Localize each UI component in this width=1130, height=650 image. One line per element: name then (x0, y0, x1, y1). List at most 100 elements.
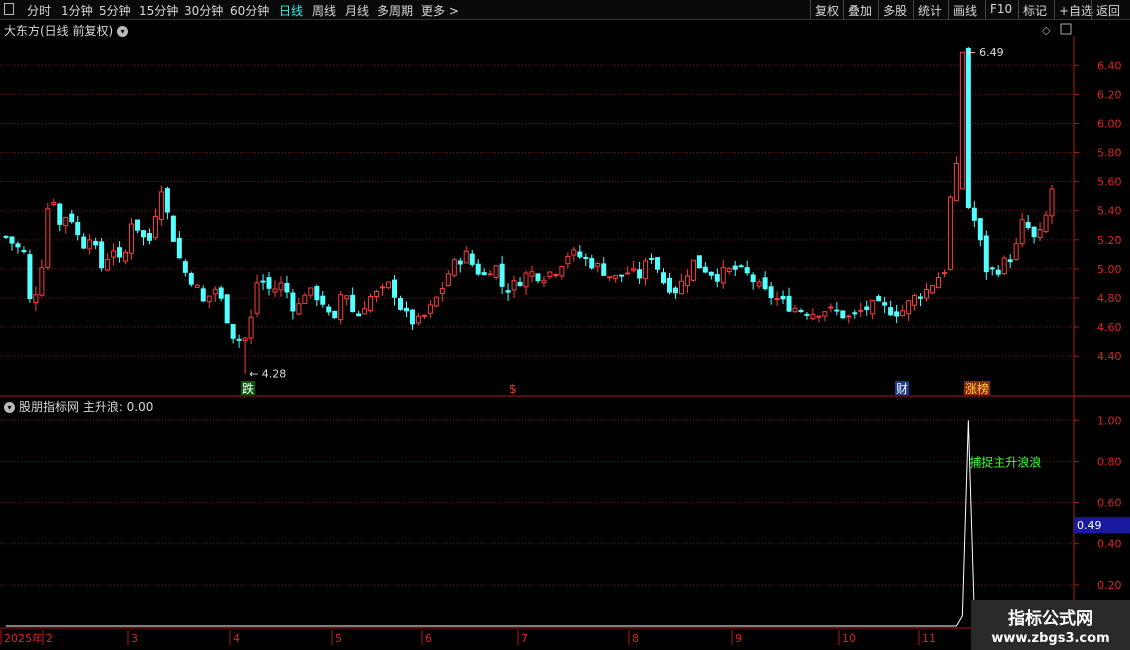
toolbar-separator (1091, 0, 1092, 19)
candle-body (929, 285, 935, 294)
toolbar-separator (948, 0, 949, 19)
toolbar-button-4[interactable]: 画线 (953, 2, 977, 19)
candle-body (356, 313, 362, 317)
candle-body (158, 191, 164, 220)
price-chart: 4.40 4.60 4.80 5.00 5.20 5.40 5.60 5.80 6.00 6.20… (0, 23, 1130, 650)
candle-body (846, 315, 852, 318)
candle-body (254, 282, 260, 314)
tab-3[interactable]: 15分钟 (139, 2, 178, 19)
toolbar-separator (810, 0, 811, 19)
candle-body (170, 215, 176, 242)
candle-body (900, 310, 906, 317)
candle-body (678, 280, 684, 295)
candle-body (380, 286, 386, 289)
y-tick-label: 4.60 (1097, 321, 1122, 334)
tab-6[interactable]: 日线 (279, 2, 303, 19)
candle-body (188, 273, 194, 285)
event-marker: 财 (896, 382, 908, 396)
candle-body (87, 239, 93, 250)
tab-7[interactable]: 周线 (312, 2, 336, 19)
x-tick-label: 7 (521, 632, 528, 645)
candle-body (714, 274, 720, 282)
candle-body (774, 298, 780, 301)
candle-body (935, 277, 941, 289)
candle-body (344, 295, 350, 300)
toolbar-button-3[interactable]: 统计 (918, 2, 942, 19)
y-tick-label: 0.20 (1097, 579, 1122, 592)
value-highlight-label: 0.49 (1077, 519, 1102, 532)
candle-body (918, 296, 924, 299)
candle-body (33, 294, 39, 304)
candle-body (666, 277, 672, 293)
candle-body (517, 281, 523, 287)
y-tick-label: 5.40 (1097, 205, 1122, 218)
tab-8[interactable]: 月线 (345, 2, 369, 19)
candle-body (631, 268, 637, 271)
tab-4[interactable]: 30分钟 (184, 2, 223, 19)
candle-body (505, 290, 511, 293)
tab-0[interactable]: 分时 (27, 2, 51, 19)
candle-body (601, 263, 607, 276)
y-tick-label: 6.00 (1097, 117, 1122, 130)
toolbar-separator (913, 0, 914, 19)
tab-10[interactable]: 更多 > (421, 2, 459, 19)
candle-body (583, 256, 589, 260)
candle-body (947, 196, 953, 270)
candle-body (858, 309, 864, 312)
candle-body (732, 265, 738, 270)
toolbar-separator (843, 0, 844, 19)
candle-body (912, 294, 918, 306)
candle-body (720, 266, 726, 284)
candle-body (392, 279, 398, 298)
candle-body (487, 273, 493, 276)
toolbar-button-8[interactable]: 返回 (1096, 2, 1120, 19)
tab-9[interactable]: 多周期 (377, 2, 413, 19)
toolbar-button-7[interactable]: +自选 (1059, 2, 1093, 19)
candle-body (260, 280, 266, 283)
candle-body (804, 313, 810, 316)
event-marker: $ (509, 382, 517, 396)
candle-body (368, 296, 374, 312)
candle-body (93, 240, 99, 246)
x-tick-label: 2 (46, 632, 53, 645)
toolbar-button-5[interactable]: F10 (990, 2, 1012, 16)
candle-body (164, 188, 170, 213)
window-icon[interactable] (4, 3, 14, 15)
candle-body (816, 315, 822, 318)
toolbar-button-0[interactable]: 复权 (815, 2, 839, 19)
candle-body (708, 271, 714, 276)
toolbar-separator (1054, 0, 1055, 19)
candle-body (822, 311, 828, 317)
candle-body (637, 269, 643, 279)
candle-body (296, 303, 302, 315)
candle-body (409, 309, 415, 325)
y-tick-label: 5.00 (1097, 263, 1122, 276)
candle-body (481, 272, 487, 276)
logo-line2: www.zbgs3.com (991, 631, 1110, 646)
indicator-line (6, 420, 1053, 627)
tab-5[interactable]: 60分钟 (230, 2, 269, 19)
candle-body (870, 300, 876, 315)
toolbar-button-2[interactable]: 多股 (883, 2, 907, 19)
candle-body (338, 294, 344, 321)
toolbar-button-1[interactable]: 叠加 (848, 2, 872, 19)
candle-body (661, 272, 666, 284)
candle-body (69, 213, 75, 223)
tab-2[interactable]: 5分钟 (99, 2, 131, 19)
candle-body (75, 222, 81, 236)
candle-body (1031, 226, 1037, 238)
candle-body (421, 314, 427, 317)
candle-body (876, 295, 882, 302)
event-marker: 跌 (242, 381, 254, 396)
candle-body (332, 310, 338, 319)
y-tick-label: 6.40 (1097, 59, 1122, 72)
candle-body (941, 272, 947, 275)
toolbar-button-6[interactable]: 标记 (1023, 2, 1047, 19)
candle-body (684, 275, 690, 286)
tab-1[interactable]: 1分钟 (61, 2, 93, 19)
candle-body (607, 276, 613, 279)
candle-body (350, 294, 356, 313)
candle-body (111, 250, 117, 258)
candle-body (230, 324, 236, 339)
candle-body (1013, 243, 1019, 261)
